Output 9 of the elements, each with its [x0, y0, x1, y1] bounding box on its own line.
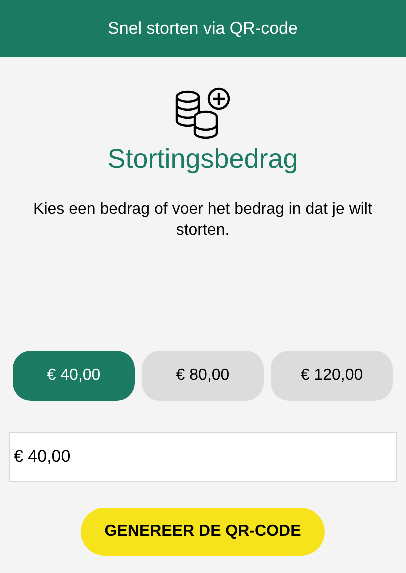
- generate-qr-button[interactable]: GENEREER DE QR-CODE: [81, 508, 325, 556]
- instruction-text: Kies een bedrag of voer het bedrag in dat je wilt storten.: [32, 200, 374, 241]
- header-title: Snel storten via QR-code: [108, 18, 298, 40]
- amount-field[interactable]: € 40,00: [9, 432, 397, 482]
- coins-plus-icon: [175, 87, 231, 141]
- amount-option[interactable]: € 120,00: [271, 350, 393, 401]
- heading: Stortingsbedrag: [108, 143, 298, 176]
- amount-option[interactable]: € 40,00: [13, 350, 135, 401]
- amount-option[interactable]: € 80,00: [142, 350, 264, 401]
